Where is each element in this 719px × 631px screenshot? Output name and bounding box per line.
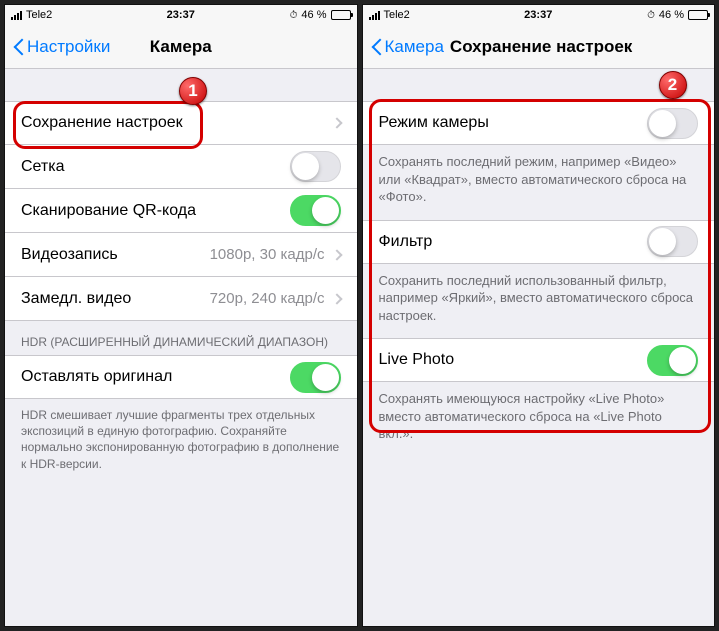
row-detail: 1080p, 30 кадр/с	[210, 246, 325, 263]
back-button[interactable]: Камера	[371, 37, 444, 57]
row-label: Фильтр	[379, 233, 648, 251]
battery-icon	[688, 10, 708, 20]
filter-desc: Сохранить последний использованный фильт…	[363, 264, 715, 339]
page-title: Сохранение настроек	[450, 37, 632, 57]
row-camera-mode[interactable]: Режим камеры	[363, 101, 715, 145]
row-slomo[interactable]: Замедл. видео 720p, 240 кадр/с	[5, 277, 357, 321]
row-label: Режим камеры	[379, 114, 648, 132]
status-time: 23:37	[5, 9, 357, 21]
row-live-photo[interactable]: Live Photo	[363, 338, 715, 382]
battery-icon	[331, 10, 351, 20]
chevron-left-icon	[371, 37, 383, 57]
page-title: Камера	[5, 37, 357, 57]
live-photo-toggle[interactable]	[647, 345, 698, 376]
row-label: Оставлять оригинал	[21, 368, 290, 386]
row-grid[interactable]: Сетка	[5, 145, 357, 189]
phone-screen-2: Tele2 23:37 ⏱ 46 % Камера Сохранение нас…	[362, 4, 716, 627]
live-photo-desc: Сохранять имеющуюся настройку «Live Phot…	[363, 382, 715, 457]
row-preserve-settings[interactable]: Сохранение настроек	[5, 101, 357, 145]
row-label: Замедл. видео	[21, 290, 210, 308]
row-keep-original[interactable]: Оставлять оригинал	[5, 355, 357, 399]
keep-original-toggle[interactable]	[290, 362, 341, 393]
chevron-right-icon	[331, 117, 342, 128]
filter-toggle[interactable]	[647, 226, 698, 257]
status-time: 23:37	[363, 9, 715, 21]
row-label: Сетка	[21, 158, 290, 176]
row-label: Сканирование QR-кода	[21, 202, 290, 220]
row-label: Live Photo	[379, 351, 648, 369]
nav-bar: Камера Сохранение настроек	[363, 25, 715, 69]
row-qr-scan[interactable]: Сканирование QR-кода	[5, 189, 357, 233]
nav-bar: Настройки Камера	[5, 25, 357, 69]
row-video-record[interactable]: Видеозапись 1080p, 30 кадр/с	[5, 233, 357, 277]
row-filter[interactable]: Фильтр	[363, 220, 715, 264]
phone-screen-1: Tele2 23:37 ⏱ 46 % Настройки Камера Сохр…	[4, 4, 358, 627]
status-bar: Tele2 23:37 ⏱ 46 %	[363, 5, 715, 25]
callout-1-badge: 1	[179, 77, 207, 105]
chevron-right-icon	[331, 293, 342, 304]
hdr-section-footer: HDR смешивает лучшие фрагменты трех отде…	[5, 399, 357, 486]
back-label: Камера	[385, 37, 444, 57]
status-bar: Tele2 23:37 ⏱ 46 %	[5, 5, 357, 25]
camera-mode-desc: Сохранять последний режим, например «Вид…	[363, 145, 715, 220]
chevron-right-icon	[331, 249, 342, 260]
row-detail: 720p, 240 кадр/с	[210, 290, 325, 307]
hdr-section-header: HDR (РАСШИРЕННЫЙ ДИНАМИЧЕСКИЙ ДИАПАЗОН)	[5, 321, 357, 355]
callout-2-badge: 2	[659, 71, 687, 99]
row-label: Видеозапись	[21, 246, 210, 264]
grid-toggle[interactable]	[290, 151, 341, 182]
camera-mode-toggle[interactable]	[647, 108, 698, 139]
qr-toggle[interactable]	[290, 195, 341, 226]
row-label: Сохранение настроек	[21, 114, 333, 132]
